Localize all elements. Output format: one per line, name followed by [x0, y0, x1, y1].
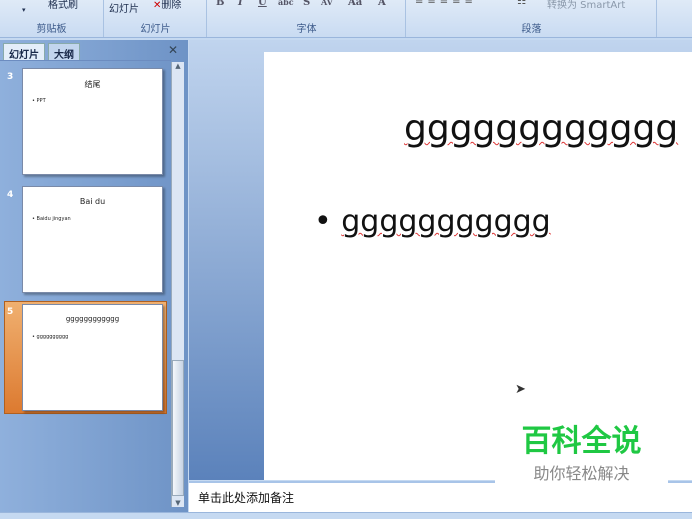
- new-slide-button[interactable]: 幻灯片: [109, 0, 139, 15]
- thumb-bullet-text: gggggggggg: [36, 334, 69, 340]
- scroll-thumb[interactable]: [172, 360, 184, 496]
- slide-number: 4: [7, 190, 14, 200]
- columns-button[interactable]: ☷: [517, 0, 526, 7]
- clipboard-group: 格式刷 ▾ 剪贴板: [0, 0, 104, 37]
- slide-title[interactable]: gggggggggggg: [404, 108, 678, 149]
- watermark-subtitle: 助你轻松解决: [533, 464, 630, 483]
- tab-slides[interactable]: 幻灯片: [3, 43, 45, 61]
- tab-outline[interactable]: 大纲: [48, 43, 80, 61]
- status-bar: [0, 512, 692, 519]
- group-label: 幻灯片: [140, 24, 171, 35]
- paste-dropdown-icon[interactable]: ▾: [22, 6, 26, 14]
- slide-number: 5: [7, 307, 14, 317]
- slide-canvas[interactable]: gggggggggggg • ggggggggggg ➤: [264, 52, 692, 480]
- scroll-up-icon[interactable]: ▲: [172, 62, 184, 70]
- thumb-title: 结尾: [84, 80, 101, 89]
- slide-number: 3: [7, 72, 14, 82]
- bold-button[interactable]: B: [216, 0, 224, 8]
- delete-slide-button[interactable]: ✕删除: [153, 0, 181, 11]
- slide-bullet-text: ggggggggggg: [341, 204, 551, 239]
- group-label: 段落: [521, 24, 542, 35]
- italic-button[interactable]: I: [238, 0, 243, 8]
- change-case-button[interactable]: Aa: [348, 0, 362, 8]
- smartart-button[interactable]: 转换为 SmartArt: [547, 0, 625, 11]
- close-icon[interactable]: ✕: [168, 43, 178, 57]
- thumb-bullet-text: PPT: [36, 98, 46, 104]
- mouse-cursor-icon: ➤: [515, 382, 526, 397]
- slide-thumbnail-3[interactable]: 结尾 • PPT: [22, 68, 163, 175]
- scroll-down-icon[interactable]: ▼: [172, 499, 184, 507]
- spacing-button[interactable]: AV: [321, 0, 333, 7]
- group-label: 字体: [296, 24, 317, 35]
- font-color-button[interactable]: A: [378, 0, 386, 8]
- watermark-title: 百科全说: [521, 424, 642, 459]
- delete-label: 删除: [161, 0, 182, 11]
- font-group: B I U abc S AV Aa A 字体: [208, 0, 406, 37]
- thumb-bullet: • gggggggggg: [32, 334, 69, 340]
- format-painter-button[interactable]: 格式刷: [48, 0, 78, 11]
- slide-editor: gggggggggggg • ggggggggggg ➤: [189, 40, 692, 480]
- thumb-title: gggggggggggg: [65, 315, 120, 323]
- slide-thumbnail-4[interactable]: Bai du • Baidu jingyan: [22, 186, 163, 293]
- slide-thumbnail-5[interactable]: gggggggggggg • gggggggggg: [22, 304, 163, 411]
- ribbon: 格式刷 ▾ 剪贴板 幻灯片 ✕删除 幻灯片 B I U abc S AV Aa …: [0, 0, 692, 38]
- thumb-bullet-text: Baidu jingyan: [36, 216, 71, 222]
- slides-panel: 幻灯片 大纲 ✕ 3 结尾 • PPT 4 Bai du • Baidu jin…: [0, 40, 188, 512]
- underline-button[interactable]: U: [258, 0, 267, 8]
- watermark-logo: 百科全说 助你轻松解决: [495, 418, 668, 490]
- thumb-bullet: • Baidu jingyan: [32, 216, 71, 222]
- panel-scrollbar[interactable]: ▲ ▼: [171, 62, 184, 507]
- thumb-bullet: • PPT: [32, 98, 46, 104]
- tab-divider: [0, 60, 171, 61]
- paragraph-group: ≡≡≡≡≡ ☷ 转换为 SmartArt 段落: [407, 0, 657, 37]
- slide-bullet[interactable]: • ggggggggggg: [314, 204, 551, 239]
- slides-group: 幻灯片 ✕删除 幻灯片: [105, 0, 207, 37]
- align-buttons[interactable]: ≡≡≡≡≡: [415, 0, 477, 7]
- group-label: 剪贴板: [36, 24, 67, 35]
- shadow-button[interactable]: S: [303, 0, 310, 8]
- thumb-title: Bai du: [79, 197, 106, 206]
- strikethrough-button[interactable]: abc: [278, 0, 294, 7]
